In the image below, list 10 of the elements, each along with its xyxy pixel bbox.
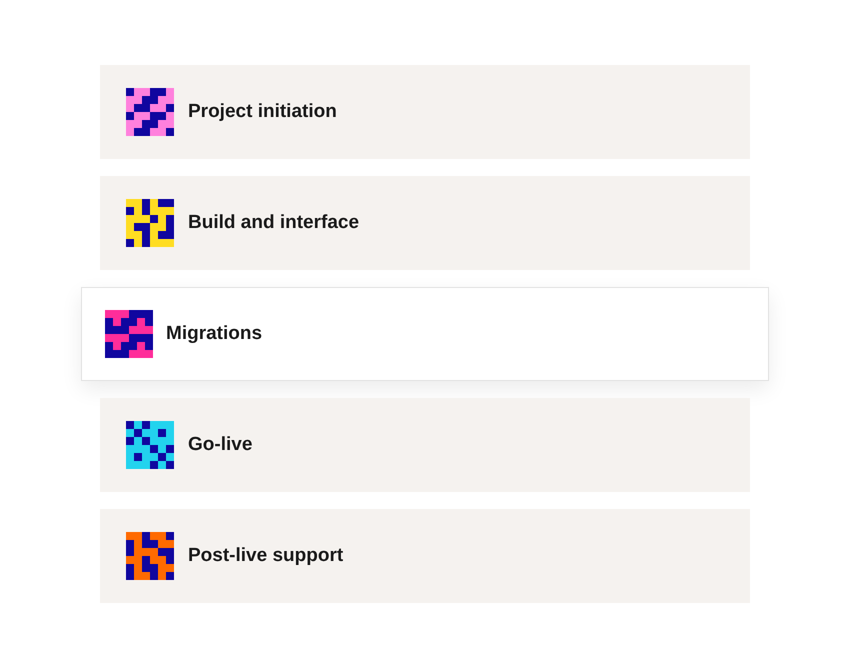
stage-card[interactable]: Build and interface bbox=[100, 176, 750, 270]
stage-card[interactable]: Migrations bbox=[81, 287, 769, 381]
stage-title: Post-live support bbox=[188, 544, 344, 568]
stage-card[interactable]: Project initiation bbox=[100, 65, 750, 159]
stage-title: Project initiation bbox=[188, 100, 337, 124]
stage-card[interactable]: Go-live bbox=[100, 398, 750, 492]
stage-title: Go-live bbox=[188, 432, 252, 457]
stage-card[interactable]: Post-live support bbox=[100, 509, 750, 603]
stage-title: Migrations bbox=[166, 322, 262, 346]
stage-title: Build and interface bbox=[188, 210, 360, 235]
